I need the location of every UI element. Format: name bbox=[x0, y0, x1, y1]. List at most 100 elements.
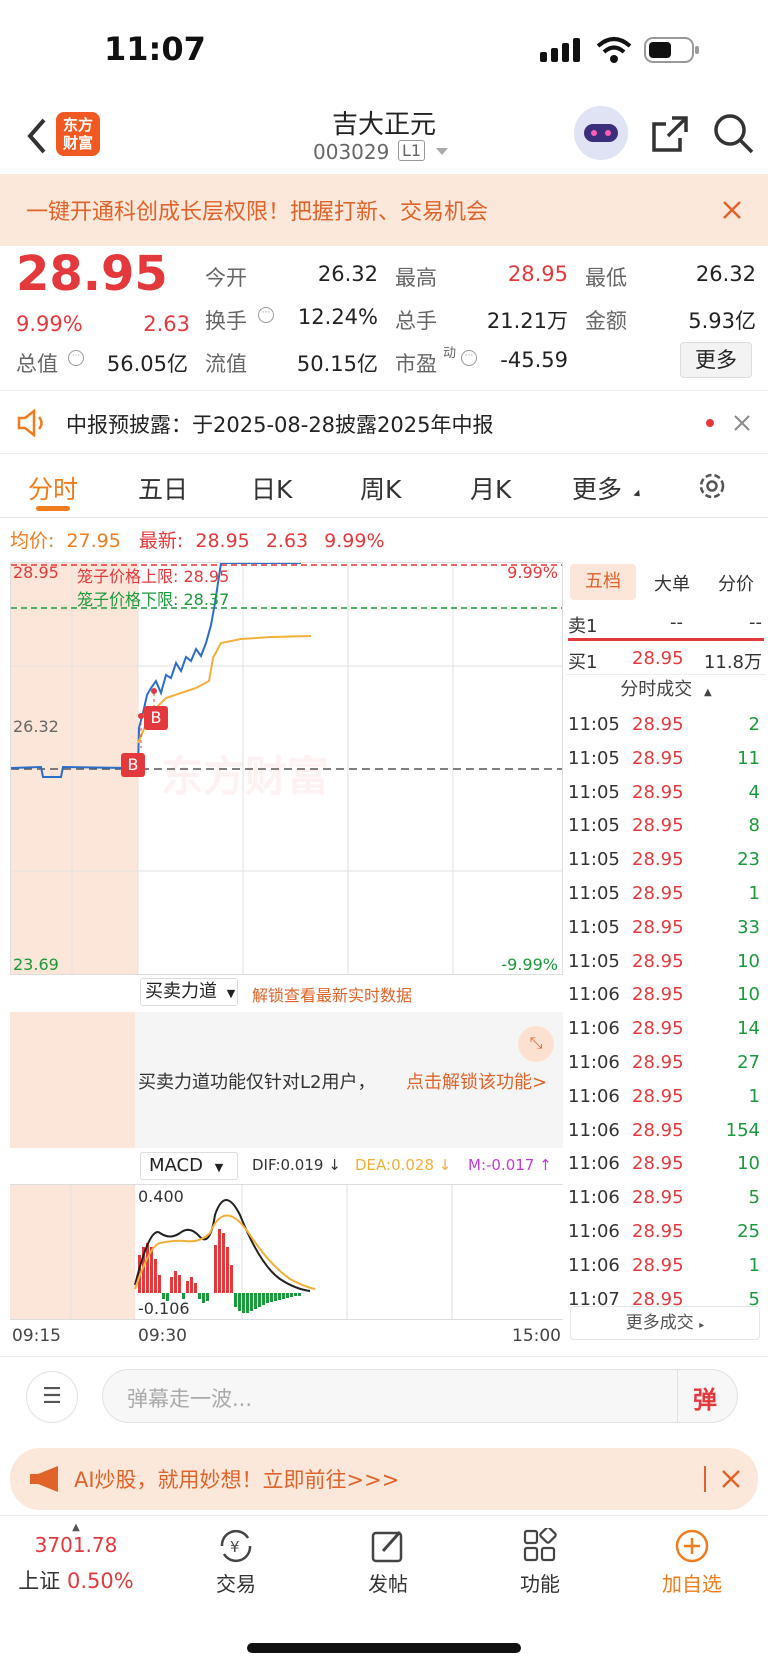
force-dropdown[interactable]: 买卖力道 ▼ bbox=[140, 978, 238, 1006]
logo-text: 财富 bbox=[62, 134, 93, 152]
chevron-down-icon[interactable] bbox=[436, 148, 448, 155]
gear-icon[interactable] bbox=[696, 470, 728, 502]
back-icon[interactable] bbox=[24, 116, 48, 156]
notes-icon[interactable]: ☰ bbox=[26, 1371, 78, 1423]
tab-five-day[interactable]: 五日 bbox=[138, 470, 188, 506]
tick-price: 28.95 bbox=[632, 1187, 684, 1209]
latest-change: 2.63 bbox=[265, 530, 309, 552]
force-title: 买卖力道 bbox=[145, 981, 217, 1002]
comment-placeholder: 弹幕走一波... bbox=[127, 1387, 253, 1411]
tick-time: 11:05 bbox=[568, 849, 620, 871]
sell1-volume: -- bbox=[749, 612, 762, 633]
low-value: 26.32 bbox=[695, 262, 756, 286]
tick-price: 28.95 bbox=[632, 1018, 684, 1040]
tab-price-distribution[interactable]: 分价 bbox=[706, 570, 766, 596]
tick-time: 11:06 bbox=[568, 1085, 620, 1107]
intraday-chart[interactable]: 东方财富 28.95 笼子价格上限: 28.95 笼子价格下限: 28.37 9… bbox=[10, 562, 563, 975]
tab-weekly-k[interactable]: 周K bbox=[360, 470, 401, 506]
more-ticks-button[interactable]: 更多成交 ▸ bbox=[570, 1306, 760, 1340]
volume-value: 21.21万 bbox=[486, 309, 568, 333]
tick-row: 11:05 28.95 23 bbox=[566, 843, 766, 877]
tick-time: 11:05 bbox=[568, 714, 620, 735]
index-widget[interactable]: ▲ 3701.78 上证 0.50% bbox=[16, 1516, 136, 1595]
search-icon[interactable] bbox=[712, 112, 754, 154]
latest-label: 最新: bbox=[138, 530, 184, 552]
tick-volume: 23 bbox=[737, 849, 760, 871]
buy-marker[interactable]: B bbox=[121, 753, 145, 777]
tick-row: 11:05 28.95 4 bbox=[566, 776, 766, 810]
amount-value: 5.93亿 bbox=[688, 309, 756, 333]
ai-banner-text: AI炒股，就用妙想！立即前往>>> bbox=[74, 1468, 400, 1492]
top-pct-label: 9.99% bbox=[507, 563, 558, 582]
tab-intraday[interactable]: 分时 bbox=[28, 470, 78, 506]
status-bar: 11:07 bbox=[0, 0, 768, 100]
tab-add-watchlist[interactable]: 加自选 bbox=[632, 1516, 752, 1597]
force-header: 买卖力道 ▼ 解锁查看最新实时数据 bbox=[10, 978, 563, 1010]
tick-volume: 1 bbox=[748, 1254, 760, 1276]
more-button[interactable]: 更多 bbox=[680, 342, 752, 378]
macd-dropdown[interactable]: MACD ▼ bbox=[140, 1152, 238, 1180]
tick-row: 11:05 28.95 1 bbox=[566, 877, 766, 911]
tick-price: 28.95 bbox=[632, 747, 684, 769]
tab-trade[interactable]: ¥ 交易 bbox=[176, 1516, 296, 1597]
info-icon[interactable]: ··· bbox=[258, 307, 274, 323]
tick-time: 11:05 bbox=[568, 815, 620, 837]
tick-price: 28.95 bbox=[632, 714, 684, 735]
chevron-up-icon: ▲ bbox=[704, 687, 712, 698]
comment-input[interactable]: 弹幕走一波... 弹 bbox=[102, 1369, 738, 1423]
tab-post[interactable]: 发帖 bbox=[328, 1516, 448, 1597]
app-logo[interactable]: 东方 财富 bbox=[56, 112, 100, 156]
tab-five-levels[interactable]: 五档 bbox=[570, 564, 636, 600]
expand-icon[interactable]: ⤡ bbox=[518, 1026, 554, 1062]
lower-limit-label: 笼子价格下限: 28.37 bbox=[77, 590, 230, 609]
tick-price: 28.95 bbox=[632, 1052, 684, 1073]
close-icon[interactable] bbox=[722, 200, 742, 220]
bottom-price-label: 23.69 bbox=[13, 955, 59, 974]
pe-sup: 动 bbox=[443, 346, 457, 361]
tick-price: 28.95 bbox=[632, 984, 684, 1006]
tab-function[interactable]: 功能 bbox=[480, 1516, 600, 1597]
force-unlock-link[interactable]: 点击解锁该功能> bbox=[406, 1068, 547, 1094]
home-indicator bbox=[247, 1643, 521, 1653]
unlock-link[interactable]: 解锁查看最新实时数据 bbox=[252, 982, 412, 1006]
close-icon[interactable] bbox=[722, 1470, 740, 1488]
tick-time: 11:05 bbox=[568, 916, 620, 938]
market-cap: 56.05亿 bbox=[106, 352, 188, 376]
info-icon[interactable]: ··· bbox=[68, 350, 84, 366]
market-cap-label: 总值 bbox=[16, 352, 58, 376]
time-start: 09:15 bbox=[12, 1326, 61, 1346]
level-badge[interactable]: L1 bbox=[398, 140, 426, 161]
close-icon[interactable] bbox=[734, 415, 750, 431]
danmu-button[interactable]: 弹 bbox=[693, 1380, 717, 1415]
logo-text: 东方 bbox=[62, 116, 93, 134]
stock-name: 吉大正元 bbox=[331, 110, 436, 140]
tick-volume: 25 bbox=[737, 1221, 760, 1242]
ai-banner[interactable]: AI炒股，就用妙想！立即前往>>> bbox=[10, 1448, 758, 1510]
ticks-title[interactable]: 分时成交 ▲ bbox=[566, 674, 766, 704]
tab-more[interactable]: 更多 bbox=[572, 470, 622, 506]
add-circle-icon bbox=[675, 1529, 709, 1563]
tick-price: 28.95 bbox=[632, 849, 684, 871]
promo-banner[interactable]: 一键开通科创成长层权限！把握打新、交易机会 bbox=[0, 174, 768, 246]
high-value: 28.95 bbox=[507, 262, 568, 286]
bottom-pct-label: -9.99% bbox=[501, 955, 558, 974]
notice-bar[interactable]: 中报预披露：于2025-08-28披露2025年中报 bbox=[0, 390, 768, 454]
buy-marker[interactable]: B bbox=[144, 706, 168, 730]
tab-monthly-k[interactable]: 月K bbox=[470, 470, 511, 506]
share-icon[interactable] bbox=[650, 114, 690, 154]
force-panel: 买卖力道功能仅针对L2用户， 点击解锁该功能> ⤡ bbox=[10, 1012, 563, 1148]
function-label: 功能 bbox=[520, 1572, 560, 1596]
tab-big-orders[interactable]: 大单 bbox=[642, 570, 702, 596]
tick-row: 11:06 28.95 1 bbox=[566, 1249, 766, 1283]
ai-avatar[interactable] bbox=[574, 106, 628, 160]
buy1-row: 买1 28.95 11.8万 bbox=[566, 642, 766, 676]
macd-top-label: 0.400 bbox=[138, 1187, 184, 1206]
info-icon[interactable]: ··· bbox=[461, 350, 477, 366]
quote-panel: 28.95 9.99% 2.63 总值 ··· 56.05亿 今开 26.32 … bbox=[0, 246, 768, 390]
post-label: 发帖 bbox=[368, 1572, 408, 1596]
tick-row: 11:06 28.95 5 bbox=[566, 1181, 766, 1215]
amount-label: 金额 bbox=[585, 309, 627, 333]
tab-daily-k[interactable]: 日K bbox=[251, 470, 292, 506]
unread-dot bbox=[706, 419, 714, 427]
top-nav: 东方 财富 吉大正元 003029 L1 bbox=[0, 100, 768, 174]
